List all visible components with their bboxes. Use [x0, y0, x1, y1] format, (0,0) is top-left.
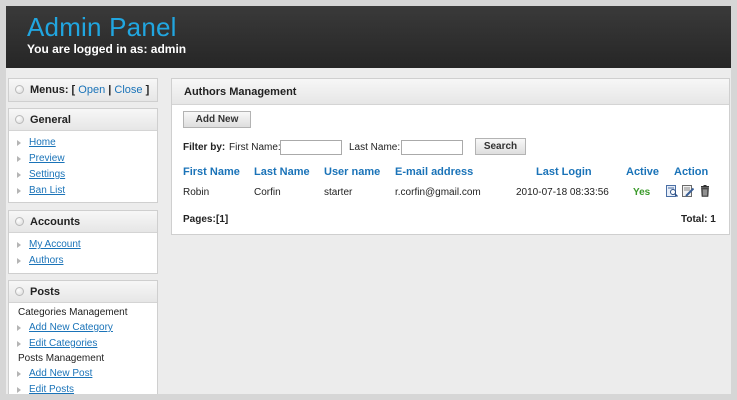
sidebar-item-settings[interactable]: Settings — [9, 167, 157, 183]
bullet-icon — [15, 287, 24, 296]
menus-close-link[interactable]: Close — [114, 84, 142, 96]
column-header-email[interactable]: E-mail address — [395, 166, 473, 178]
posts-nav: Add New Post Edit Posts — [9, 366, 157, 394]
edit-icon[interactable] — [682, 185, 694, 197]
add-new-button[interactable]: Add New — [183, 111, 251, 128]
sidebar-item-authors[interactable]: Authors — [9, 253, 157, 269]
sidebar-item-label[interactable]: Add New Post — [29, 368, 92, 379]
categories-nav: Add New Category Edit Categories — [9, 320, 157, 352]
sidebar-item-home[interactable]: Home — [9, 135, 157, 151]
accounts-box: Accounts My Account Authors — [8, 210, 158, 274]
sidebar-item-label[interactable]: Settings — [29, 169, 65, 180]
column-header-last-name[interactable]: Last Name — [254, 166, 310, 178]
first-name-filter-input[interactable] — [280, 140, 342, 155]
filter-label: Filter by: — [183, 142, 226, 153]
last-name-label: Last Name: — [349, 142, 401, 153]
cell-last-login: 2010-07-18 08:33:56 — [516, 187, 609, 198]
menus-end: ] — [145, 84, 150, 96]
sidebar-item-edit-posts[interactable]: Edit Posts — [9, 382, 157, 394]
arrow-icon — [17, 188, 21, 194]
posts-box: Posts Categories Management Add New Cate… — [8, 280, 158, 394]
app-frame: Admin Panel You are logged in as: admin … — [6, 6, 731, 394]
sidebar-item-preview[interactable]: Preview — [9, 151, 157, 167]
categories-heading: Categories Management — [18, 307, 128, 318]
sidebar-item-label[interactable]: Home — [29, 137, 56, 148]
cell-first-name: Robin — [183, 187, 210, 198]
arrow-icon — [17, 325, 21, 331]
menus-open-link[interactable]: Open — [78, 84, 105, 96]
sidebar-item-add-post[interactable]: Add New Post — [9, 366, 157, 382]
cell-active: Yes — [633, 187, 651, 198]
last-name-filter-input[interactable] — [401, 140, 463, 155]
arrow-icon — [17, 156, 21, 162]
search-button[interactable]: Search — [475, 138, 526, 155]
page-link-1[interactable]: [1] — [216, 214, 228, 225]
column-header-user-name[interactable]: User name — [324, 166, 380, 178]
sidebar-item-add-category[interactable]: Add New Category — [9, 320, 157, 336]
general-header[interactable]: General — [9, 109, 157, 131]
arrow-icon — [17, 172, 21, 178]
menus-header: Menus: [ Open | Close ] — [9, 79, 157, 101]
sidebar-item-label[interactable]: Add New Category — [29, 322, 113, 333]
column-header-action: Action — [674, 166, 709, 178]
column-header-last-login[interactable]: Last Login — [536, 166, 592, 178]
authors-panel: Authors Management Add New Filter by: Fi… — [171, 78, 730, 235]
page-title: Authors Management — [184, 86, 297, 98]
pages-label: Pages: — [183, 214, 216, 225]
authors-panel-header: Authors Management — [172, 79, 729, 105]
accounts-header[interactable]: Accounts — [9, 211, 157, 233]
accounts-title: Accounts — [30, 216, 81, 228]
arrow-icon — [17, 242, 21, 248]
posts-heading: Posts Management — [18, 353, 105, 364]
arrow-icon — [17, 140, 21, 146]
header-bar: Admin Panel You are logged in as: admin — [6, 6, 731, 68]
total-count: Total: 1 — [681, 214, 716, 225]
menus-box: Menus: [ Open | Close ] — [8, 78, 158, 102]
login-status: You are logged in as: admin — [27, 42, 187, 56]
posts-title: Posts — [30, 286, 60, 298]
general-box: General Home Preview Settings Ban List — [8, 108, 158, 203]
arrow-icon — [17, 387, 21, 393]
sidebar-item-ban-list[interactable]: Ban List — [9, 183, 157, 199]
menus-label: Menus: [ — [30, 84, 76, 96]
general-nav: Home Preview Settings Ban List — [9, 131, 157, 202]
sidebar-item-my-account[interactable]: My Account — [9, 237, 157, 253]
bullet-icon — [15, 115, 24, 124]
arrow-icon — [17, 258, 21, 264]
sidebar-item-label[interactable]: Edit Categories — [29, 338, 97, 349]
cell-user-name: starter — [324, 187, 353, 198]
cell-last-name: Corfin — [254, 187, 281, 198]
general-title: General — [30, 114, 71, 126]
posts-header[interactable]: Posts — [9, 281, 157, 303]
view-icon[interactable] — [666, 185, 678, 197]
sidebar-item-label[interactable]: Edit Posts — [29, 384, 74, 394]
sidebar-item-label[interactable]: Ban List — [29, 185, 65, 196]
column-header-first-name[interactable]: First Name — [183, 166, 240, 178]
column-header-active[interactable]: Active — [626, 166, 659, 178]
sidebar-item-label[interactable]: My Account — [29, 239, 81, 250]
menus-separator: | — [108, 84, 112, 96]
sidebar-item-edit-categories[interactable]: Edit Categories — [9, 336, 157, 352]
sidebar-item-label[interactable]: Authors — [29, 255, 63, 266]
accounts-nav: My Account Authors — [9, 233, 157, 272]
cell-email: r.corfin@gmail.com — [395, 187, 481, 198]
sidebar-item-label[interactable]: Preview — [29, 153, 65, 164]
arrow-icon — [17, 341, 21, 347]
app-title: Admin Panel — [27, 12, 177, 42]
arrow-icon — [17, 371, 21, 377]
delete-icon[interactable] — [699, 185, 711, 197]
first-name-label: First Name: — [229, 142, 281, 153]
bullet-icon — [15, 217, 24, 226]
bullet-icon — [15, 85, 24, 94]
